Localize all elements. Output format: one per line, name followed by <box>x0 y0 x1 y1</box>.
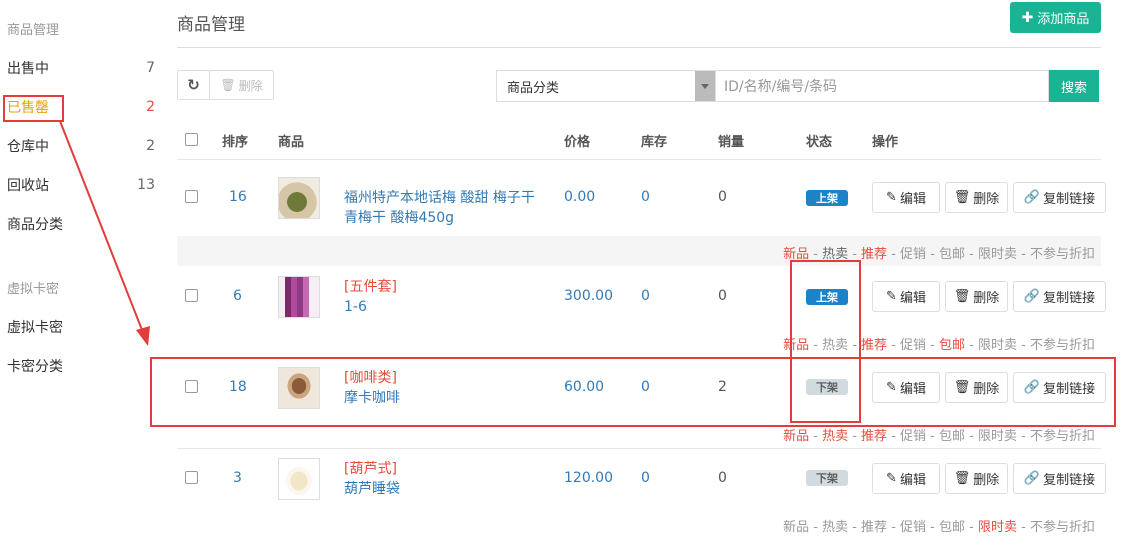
annotation-arrow <box>59 120 150 346</box>
